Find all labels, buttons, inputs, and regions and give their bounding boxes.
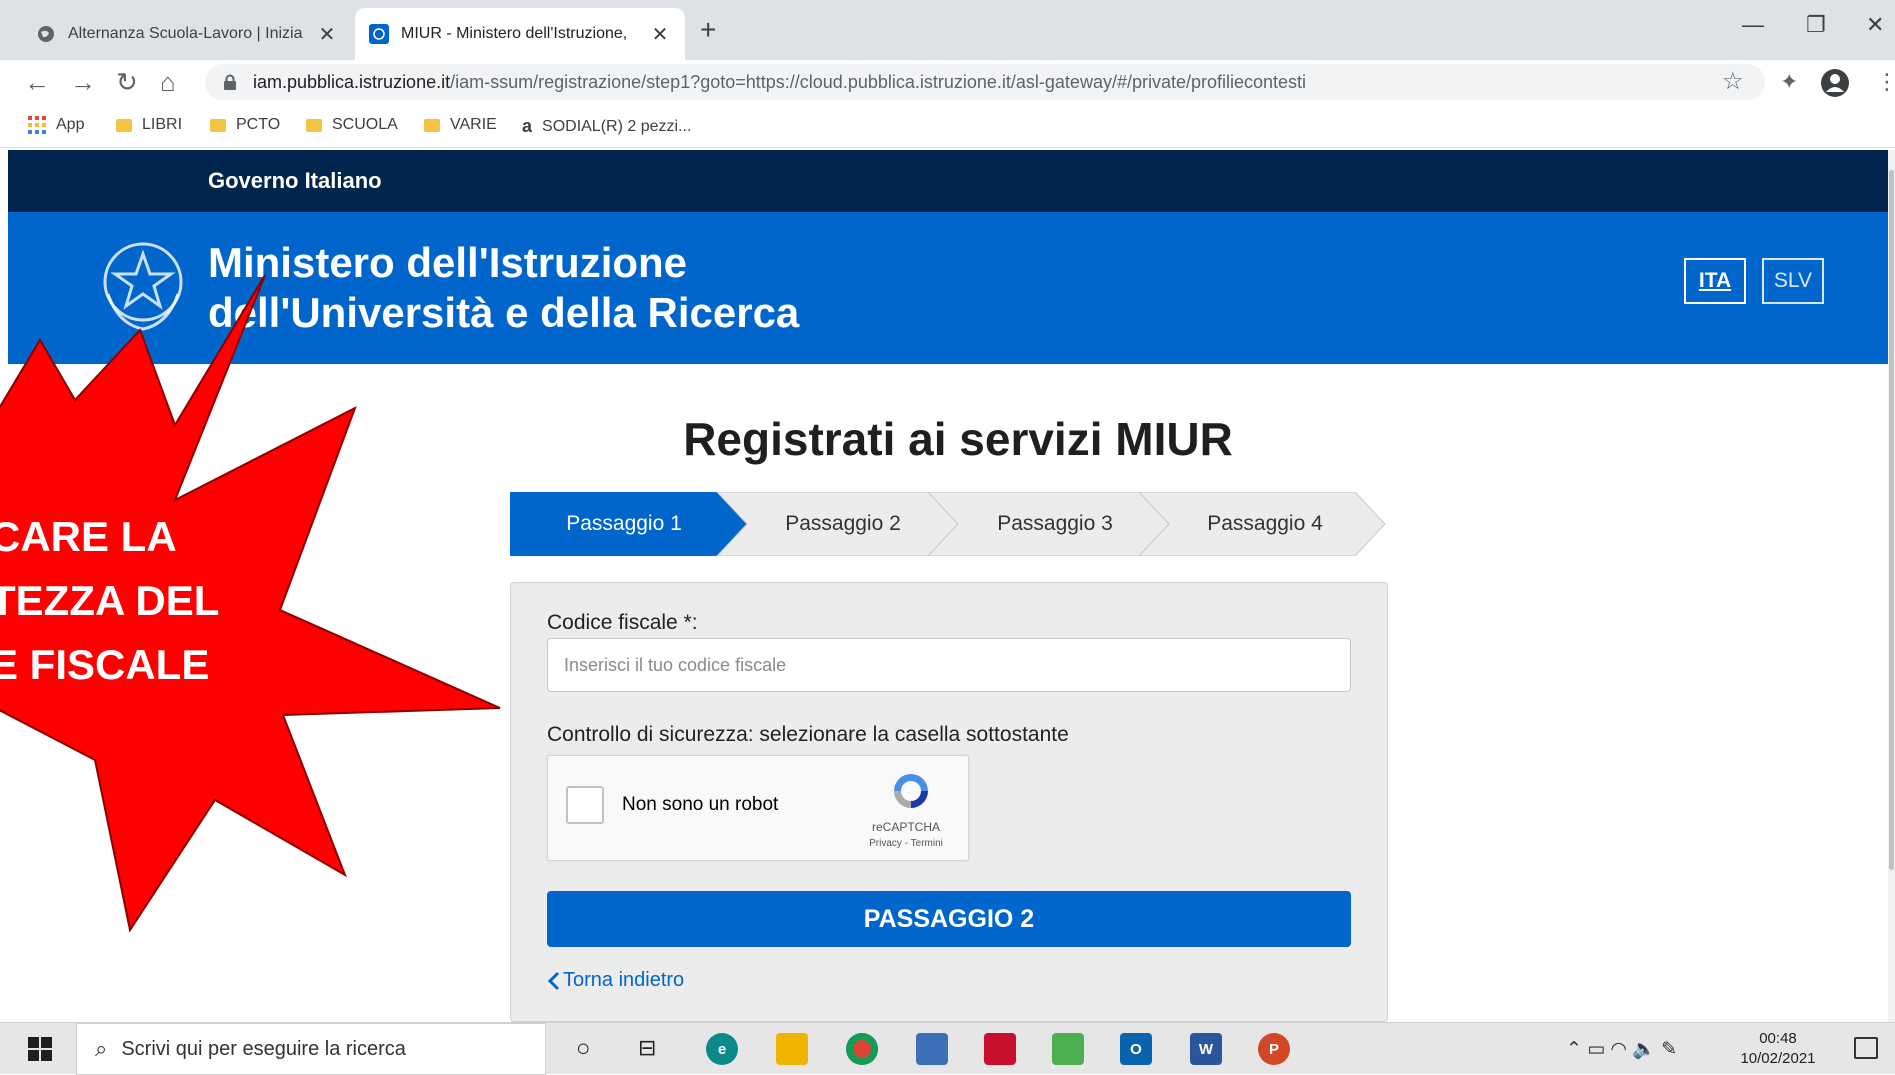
chevron-left-icon — [547, 971, 560, 990]
back-link[interactable]: Torna indietro — [547, 969, 684, 992]
chrome-icon[interactable] — [846, 1033, 878, 1065]
recaptcha-logo-icon — [894, 774, 928, 808]
search-icon: ⌕ — [95, 1036, 108, 1061]
app-icon[interactable] — [1052, 1033, 1084, 1065]
close-tab-icon[interactable]: ✕ — [316, 22, 338, 47]
tab-title: MIUR - Ministero dell'Istruzione, — [401, 25, 628, 42]
step-3: Passaggio 3 — [997, 512, 1113, 535]
bookmark-libri[interactable]: LIBRI — [116, 116, 182, 134]
folder-icon — [424, 118, 440, 132]
new-tab-button[interactable]: + — [700, 14, 716, 46]
taskbar-search[interactable]: ⌕ Scrivi qui per eseguire la ricerca — [76, 1023, 546, 1075]
recaptcha-checkbox[interactable] — [566, 786, 604, 824]
forward-arrow-icon[interactable]: → — [70, 66, 96, 98]
windows-taskbar: ⌕ Scrivi qui per eseguire la ricerca ○ ⊟… — [0, 1022, 1895, 1075]
step-progress: Passaggio 1 Passaggio 2 Passaggio 3 Pass… — [510, 492, 1390, 556]
amazon-icon: a — [522, 116, 533, 136]
notifications-icon[interactable] — [1854, 1037, 1878, 1059]
close-tab-icon[interactable]: ✕ — [649, 22, 671, 47]
powerpoint-icon[interactable]: P — [1258, 1033, 1290, 1065]
cortana-icon[interactable]: ○ — [576, 1035, 591, 1063]
folder-icon — [210, 118, 226, 132]
acrobat-icon[interactable] — [984, 1033, 1016, 1065]
bookmark-label: SODIAL(R) 2 pezzi... — [542, 117, 692, 135]
lock-icon — [224, 74, 236, 90]
folder-icon — [116, 118, 132, 132]
recaptcha-brand: reCAPTCHA — [871, 820, 940, 834]
tab-title: Alternanza Scuola-Lavoro | Inizia — [68, 25, 303, 42]
menu-kebab-icon[interactable]: ⋮ — [1876, 66, 1895, 98]
clock-date: 10/02/2021 — [1740, 1050, 1816, 1067]
recaptcha-links[interactable]: Privacy - Termini — [848, 838, 964, 849]
task-view-icon[interactable]: ⊟ — [638, 1035, 656, 1061]
recaptcha-label: Non sono un robot — [622, 794, 779, 815]
bookmark-label: VARIE — [450, 116, 497, 133]
browser-tab-bar: Alternanza Scuola-Lavoro | Inizia ✕ MIUR… — [0, 0, 1895, 60]
desktop-app-icon[interactable] — [916, 1033, 948, 1065]
page-title: Registrati ai servizi MIUR — [683, 413, 1233, 465]
language-slv-button[interactable]: SLV — [1762, 258, 1824, 304]
tab-alternanza[interactable]: Alternanza Scuola-Lavoro | Inizia ✕ — [22, 8, 352, 60]
recaptcha-widget: Non sono un robot reCAPTCHA Privacy - Te… — [547, 755, 969, 861]
taskbar-clock[interactable]: 00:48 10/02/2021 — [1738, 1029, 1818, 1069]
apps-grid-icon — [28, 116, 46, 134]
globe-icon — [36, 24, 56, 44]
step-1: Passaggio 1 — [566, 512, 682, 535]
folder-icon — [306, 118, 322, 132]
bookmark-pcto[interactable]: PCTO — [210, 116, 280, 134]
tab-miur[interactable]: MIUR - Ministero dell'Istruzione, ✕ — [355, 8, 685, 60]
back-link-label: Torna indietro — [563, 969, 685, 991]
bookmark-sodial[interactable]: a SODIAL(R) 2 pezzi... — [522, 116, 691, 137]
bookmark-label: LIBRI — [142, 116, 183, 133]
language-ita-button[interactable]: ITA — [1684, 258, 1746, 304]
extensions-icon[interactable]: ✦ — [1780, 66, 1798, 98]
windows-start-icon[interactable] — [28, 1037, 52, 1061]
step-2: Passaggio 2 — [785, 512, 901, 535]
file-explorer-icon[interactable] — [776, 1033, 808, 1065]
bookmarks-bar: App LIBRI PCTO SCUOLA VARIE a SODIAL(R) 2… — [0, 104, 1895, 148]
browser-toolbar: ← → ↻ ⌂ iam.pubblica.istruzione.it/iam-s… — [0, 60, 1895, 104]
home-icon[interactable]: ⌂ — [160, 66, 176, 98]
edge-icon[interactable]: e — [706, 1033, 738, 1065]
bookmark-label: SCUOLA — [332, 116, 398, 133]
outlook-icon[interactable]: O — [1120, 1033, 1152, 1065]
bookmark-star-icon[interactable]: ☆ — [1722, 66, 1744, 98]
url-path: /iam-ssum/registrazione/step1?goto=https… — [450, 71, 1307, 92]
restore-button[interactable]: ❐ — [1806, 12, 1826, 38]
next-step-button[interactable]: PASSAGGIO 2 — [547, 891, 1351, 947]
close-window-button[interactable]: ✕ — [1866, 12, 1884, 38]
bookmark-scuola[interactable]: SCUOLA — [306, 116, 398, 134]
clock-time: 00:48 — [1759, 1030, 1797, 1047]
bookmark-label: PCTO — [236, 116, 281, 133]
miur-favicon-icon — [369, 24, 389, 44]
callout-text: CARE LA TEZZA DEL E FISCALE — [0, 513, 220, 688]
back-arrow-icon[interactable]: ← — [24, 66, 50, 98]
minimize-button[interactable]: — — [1742, 12, 1764, 38]
profile-avatar-icon[interactable] — [1820, 68, 1850, 98]
bookmark-varie[interactable]: VARIE — [424, 116, 497, 134]
step-4: Passaggio 4 — [1207, 512, 1323, 535]
taskbar-search-placeholder: Scrivi qui per eseguire la ricerca — [121, 1037, 406, 1060]
security-check-label: Controllo di sicurezza: selezionare la c… — [547, 723, 1069, 746]
codice-fiscale-label: Codice fiscale *: — [547, 611, 698, 634]
word-icon[interactable]: W — [1190, 1033, 1222, 1065]
scrollbar-thumb[interactable] — [1889, 170, 1894, 870]
page-scrollbar[interactable] — [1888, 150, 1895, 1022]
url-host: iam.pubblica.istruzione.it — [253, 71, 451, 92]
government-bar: Governo Italiano — [8, 150, 1888, 212]
bookmark-app[interactable]: App — [28, 116, 84, 134]
codice-fiscale-input[interactable] — [547, 638, 1351, 692]
gov-label: Governo Italiano — [208, 168, 382, 193]
bookmark-label: App — [56, 116, 85, 133]
address-bar[interactable]: iam.pubblica.istruzione.it/iam-ssum/regi… — [205, 64, 1765, 100]
reload-icon[interactable]: ↻ — [116, 66, 138, 98]
registration-form: Codice fiscale *: Controllo di sicurezza… — [510, 582, 1388, 1022]
system-tray-icons[interactable]: ⌃ ▭ ◠ 🔈 ✎ — [1566, 1037, 1677, 1061]
